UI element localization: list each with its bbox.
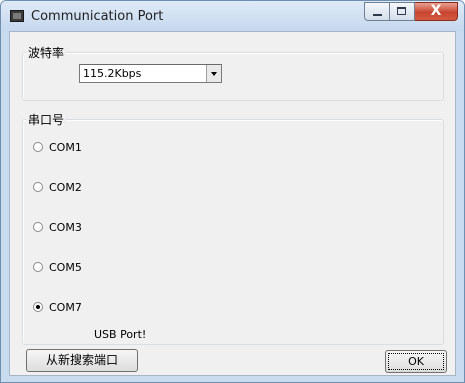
rescan-ports-button[interactable]: 从新搜索端口 [26, 349, 138, 372]
maximize-icon [397, 7, 406, 15]
maximize-button[interactable] [390, 2, 415, 21]
minimize-icon [373, 14, 382, 16]
usb-port-note: USB Port! [94, 328, 147, 341]
dropdown-arrow-icon [211, 72, 217, 76]
radio-icon [33, 142, 43, 152]
dialog-body: 波特率 115.2Kbps 串口号 COM1 COM2 COM3 COM5 CO… [9, 31, 456, 376]
radio-label: COM3 [49, 220, 82, 234]
radio-com7[interactable]: COM7 [33, 299, 82, 315]
baud-rate-value: 115.2Kbps [83, 67, 142, 80]
radio-com5[interactable]: COM5 [33, 259, 82, 275]
radio-label: COM7 [49, 300, 82, 314]
serial-port-group: 串口号 COM1 COM2 COM3 COM5 COM7 [22, 111, 444, 345]
radio-icon [33, 222, 43, 232]
communication-port-window: Communication Port X 波特率 115.2Kbps 串口号 C… [0, 0, 465, 383]
baud-rate-group: 波特率 115.2Kbps [22, 44, 444, 101]
radio-icon [33, 262, 43, 272]
radio-icon [33, 302, 43, 312]
minimize-button[interactable] [364, 2, 390, 21]
radio-label: COM1 [49, 140, 82, 154]
ok-button[interactable]: OK [385, 350, 447, 373]
radio-icon [33, 182, 43, 192]
baud-rate-dropdown-button[interactable] [206, 65, 221, 82]
radio-com3[interactable]: COM3 [33, 219, 82, 235]
focus-rectangle [388, 353, 444, 370]
radio-label: COM5 [49, 260, 82, 274]
close-button[interactable]: X [415, 2, 458, 21]
title-bar[interactable]: Communication Port X [1, 1, 464, 31]
window-title: Communication Port [31, 9, 164, 24]
app-icon [10, 10, 24, 22]
baud-rate-select[interactable]: 115.2Kbps [79, 64, 222, 83]
serial-port-group-label: 串口号 [26, 111, 67, 128]
caption-buttons: X [364, 2, 458, 21]
radio-com1[interactable]: COM1 [33, 139, 82, 155]
baud-rate-group-label: 波特率 [26, 44, 67, 61]
radio-com2[interactable]: COM2 [33, 179, 82, 195]
close-icon: X [430, 3, 442, 19]
radio-label: COM2 [49, 180, 82, 194]
